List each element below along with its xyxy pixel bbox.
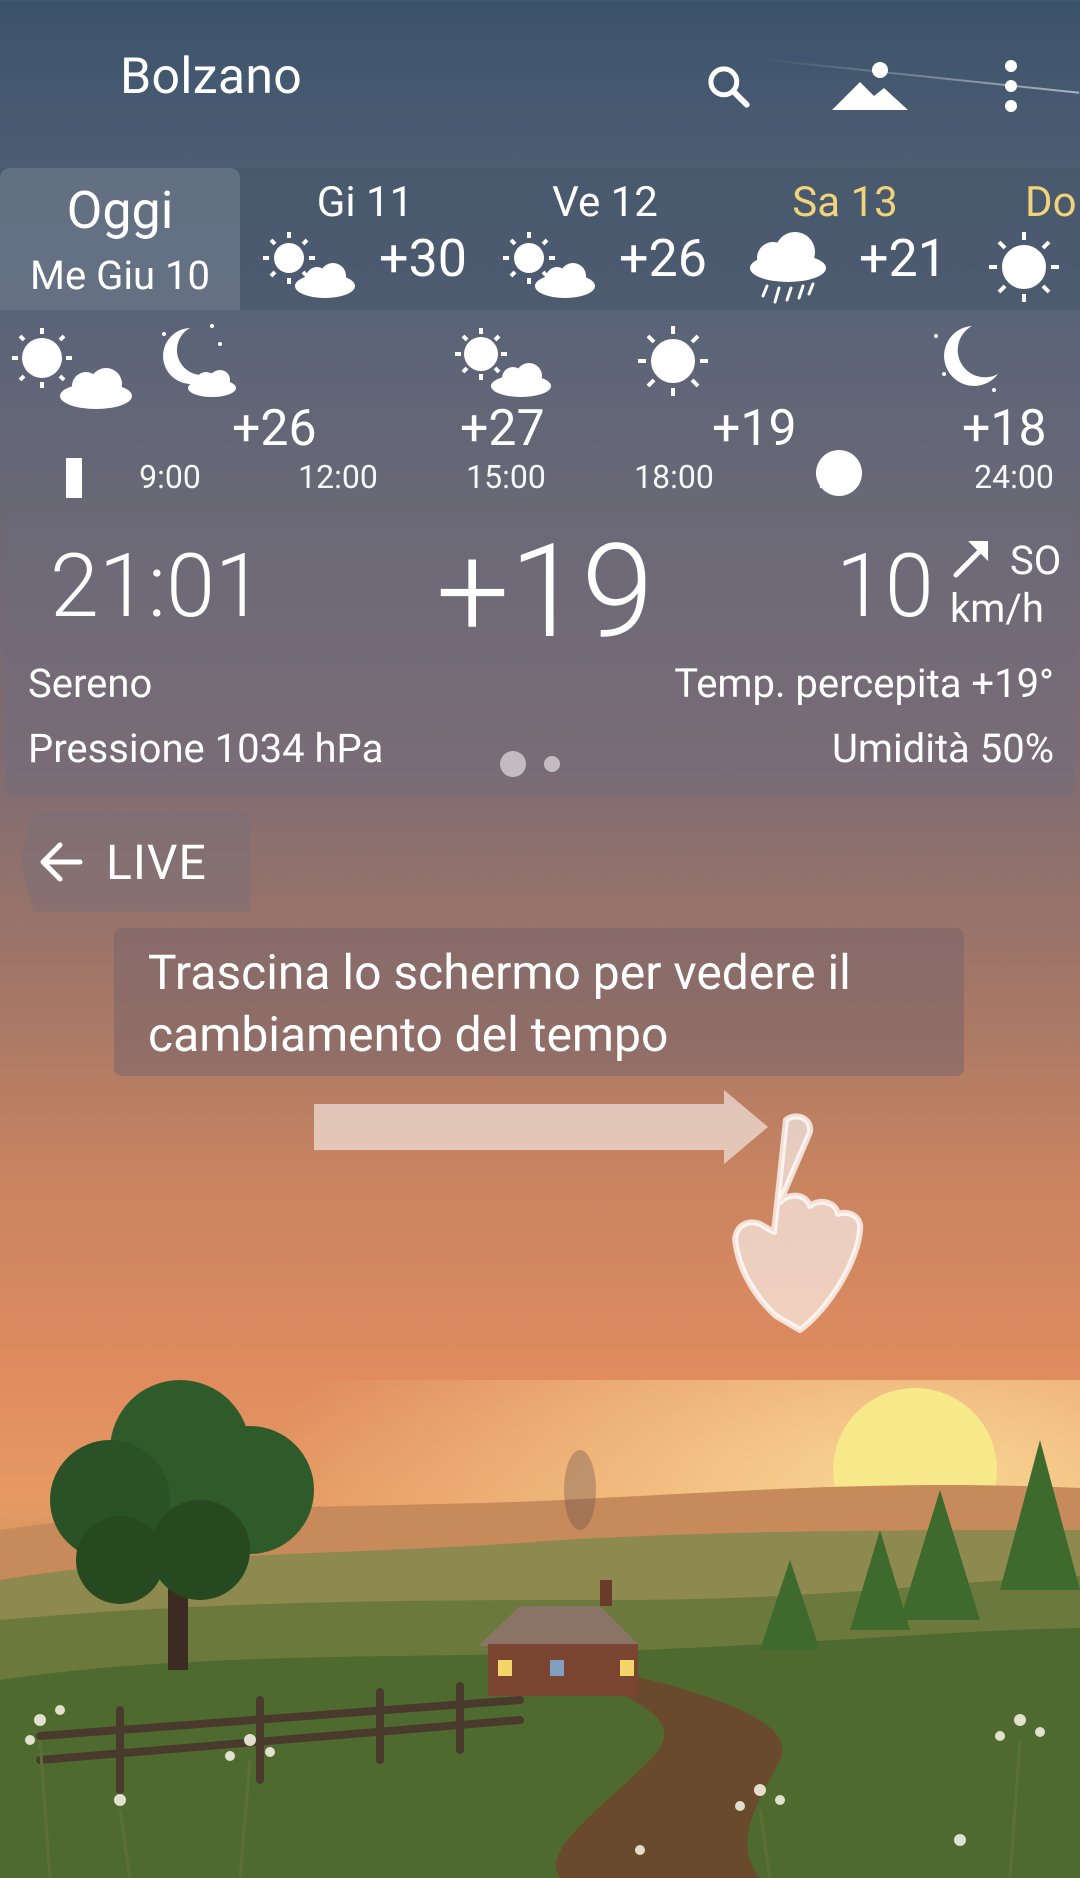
- live-button[interactable]: LIVE: [20, 812, 250, 912]
- sun-icon: [636, 324, 710, 402]
- day-label: Ve 12: [552, 178, 658, 227]
- current-temperature: +19: [436, 515, 654, 668]
- daily-forecast-row[interactable]: Oggi Me Giu 10 Gi 11 +30 Ve 12 +26 Sa 13: [0, 168, 1080, 310]
- time-slider-handle[interactable]: [816, 450, 862, 496]
- more-vert-icon[interactable]: [975, 50, 1047, 122]
- day-temp: +21: [859, 228, 947, 289]
- hour-label: 24:00: [974, 458, 1054, 496]
- hour-label: 15:00: [466, 458, 546, 496]
- hour-temp: +19: [712, 400, 797, 458]
- day-temp: +30: [379, 228, 467, 289]
- day-label: Do: [1025, 178, 1077, 227]
- hand-pointer-icon: [700, 1110, 880, 1344]
- day-label: Sa 13: [792, 178, 898, 227]
- arrow-back-icon: [40, 842, 83, 882]
- search-icon[interactable]: [692, 50, 764, 122]
- day-label: Oggi: [66, 180, 174, 241]
- day-label: Gi 11: [316, 178, 414, 227]
- day-tab-today[interactable]: Oggi Me Giu 10: [0, 168, 240, 310]
- rain-cloud-icon: [743, 230, 833, 310]
- hour-label: 12:00: [298, 458, 378, 496]
- app-bar: Bolzano: [0, 0, 1080, 170]
- partly-cloudy-icon: [10, 326, 136, 414]
- hourly-forecast-strip[interactable]: +26 +27 +19 +18 9:00 12:00 15:00 18:00 2…: [0, 318, 1080, 508]
- page-indicator: [500, 751, 578, 777]
- city-title[interactable]: Bolzano: [120, 48, 302, 106]
- drag-hint-tooltip: Trascina lo schermo per vedere il cambia…: [114, 928, 964, 1076]
- day-tab-friday[interactable]: Ve 12 +26: [485, 168, 725, 310]
- current-time-indicator: [66, 458, 82, 498]
- page-dot-active: [500, 751, 526, 777]
- partly-cloudy-icon: [263, 230, 363, 304]
- partly-cloudy-icon: [503, 230, 603, 304]
- day-tab-sunday[interactable]: Do: [965, 168, 1080, 310]
- countryside-scene-illustration: [0, 1380, 1080, 1878]
- pressure-text: Pressione 1034 hPa: [28, 725, 384, 772]
- wind-unit: km/h: [950, 585, 1044, 632]
- hour-temp: +18: [962, 400, 1047, 458]
- hour-temp: +27: [460, 400, 545, 458]
- hour-label: 18:00: [634, 458, 714, 496]
- wind-direction: SO: [1010, 537, 1062, 584]
- moon-cloud-icon: [150, 318, 240, 406]
- humidity-text: Umidità 50%: [831, 725, 1054, 772]
- moon-icon: [928, 318, 1008, 402]
- wind-direction-arrow-icon: [950, 537, 994, 585]
- feels-like-text: Temp. percepita +19°: [674, 660, 1054, 707]
- landscape-icon[interactable]: [825, 50, 915, 122]
- sun-icon: [987, 230, 1061, 308]
- hour-temp: +26: [232, 400, 317, 458]
- day-temp: +26: [619, 228, 707, 289]
- hour-label: 9:00: [139, 458, 201, 496]
- page-dot: [544, 756, 560, 772]
- day-tab-saturday[interactable]: Sa 13 +21: [725, 168, 965, 310]
- day-tab-thursday[interactable]: Gi 11 +30: [245, 168, 485, 310]
- condition-text: Sereno: [28, 660, 153, 707]
- current-conditions-card[interactable]: 21:01 +19 10 SO km/h Sereno Temp. percep…: [6, 515, 1074, 797]
- partly-cloudy-icon: [455, 326, 555, 404]
- wind-speed: 10: [836, 535, 934, 638]
- day-date: Me Giu 10: [30, 252, 210, 299]
- current-time: 21:01: [50, 535, 264, 638]
- live-label: LIVE: [106, 833, 207, 891]
